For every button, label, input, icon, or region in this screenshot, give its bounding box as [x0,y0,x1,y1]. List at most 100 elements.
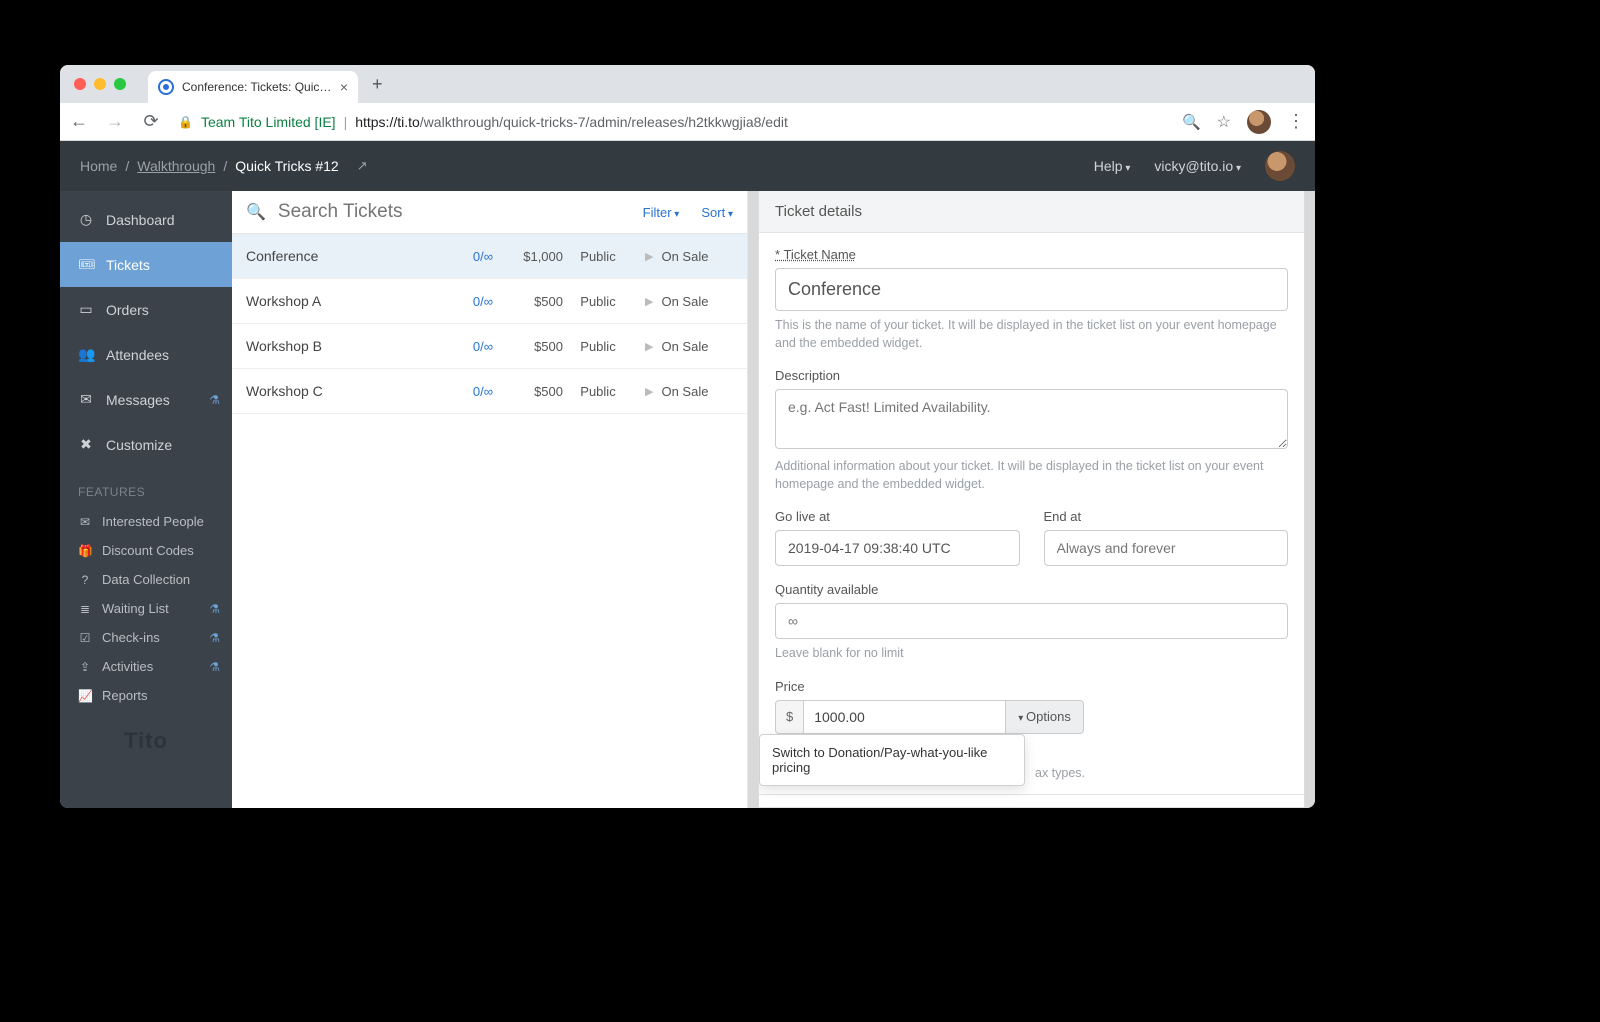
quantity-hint: Leave blank for no limit [775,645,1288,663]
tax-hint: ax types. [1035,766,1288,780]
envelope-icon: ✉ [78,515,92,529]
close-window-icon[interactable] [74,78,86,90]
save-button[interactable]: Save [775,807,847,809]
dashboard-icon: ◷ [78,211,94,228]
filter-button[interactable]: Filter [643,205,680,220]
ticket-name-label: Ticket Name [775,247,1288,262]
feature-data-collection[interactable]: ? Data Collection [60,565,232,594]
ticket-row[interactable]: Workshop B 0/∞ $500 Public ▶On Sale [232,324,747,369]
reload-button[interactable]: ⟳ [142,111,160,132]
end-at-label: End at [1044,509,1289,524]
help-menu[interactable]: Help [1094,158,1131,174]
quantity-input[interactable] [775,603,1288,639]
beta-icon: ⚗ [209,393,220,407]
description-label: Description [775,368,1288,383]
maximize-window-icon[interactable] [114,78,126,90]
panel-header: Ticket details [759,191,1304,233]
tab-bar: Conference: Tickets: Quick Tri × + [60,65,1315,103]
customize-icon: ✖ [78,436,94,453]
forward-button[interactable]: → [106,111,124,132]
url-field[interactable]: 🔒 Team Tito Limited [IE] | https://ti.to… [178,114,1164,130]
breadcrumb-account[interactable]: Walkthrough [137,158,215,174]
feature-activities[interactable]: ⇪ Activities ⚗ [60,652,232,681]
play-icon: ▶ [645,385,653,398]
sidebar-item-dashboard[interactable]: ◷ Dashboard [60,197,232,242]
feature-reports[interactable]: 📈 Reports [60,681,232,710]
features-heading: FEATURES [60,467,232,507]
tickets-icon: 🎟 [78,256,94,273]
go-live-input[interactable] [775,530,1020,566]
sidebar-item-messages[interactable]: ✉ Messages ⚗ [60,377,232,422]
search-icon[interactable]: 🔍 [1182,113,1201,131]
bookmark-icon[interactable]: ☆ [1217,112,1231,132]
address-bar: ← → ⟳ 🔒 Team Tito Limited [IE] | https:/… [60,103,1315,141]
feature-waiting-list[interactable]: ≣ Waiting List ⚗ [60,594,232,623]
gift-icon: 🎁 [78,544,92,558]
browser-tab[interactable]: Conference: Tickets: Quick Tri × [148,71,358,103]
sidebar-item-orders[interactable]: ▭ Orders [60,287,232,332]
ticket-detail-panel: Ticket details Ticket Name This is the n… [758,191,1305,808]
play-icon: ▶ [645,340,653,353]
beta-icon: ⚗ [209,631,220,645]
check-icon: ☑ [78,631,92,645]
feature-check-ins[interactable]: ☑ Check-ins ⚗ [60,623,232,652]
price-options-popover: Switch to Donation/Pay-what-you-like pri… [759,734,1025,786]
feature-discount-codes[interactable]: 🎁 Discount Codes [60,536,232,565]
end-at-input[interactable] [1044,530,1289,566]
lock-icon: 🔒 [178,115,193,129]
sidebar-item-label: Tickets [106,257,150,273]
ticket-name-input[interactable] [775,268,1288,311]
sidebar: ◷ Dashboard 🎟 Tickets ▭ Orders 👥 Attende… [60,191,232,808]
ticket-name-hint: This is the name of your ticket. It will… [775,317,1288,352]
beta-icon: ⚗ [209,602,220,616]
sidebar-item-attendees[interactable]: 👥 Attendees [60,332,232,377]
tab-title: Conference: Tickets: Quick Tri [182,80,332,94]
messages-icon: ✉ [78,391,94,408]
back-button[interactable]: ← [70,111,88,132]
sort-button[interactable]: Sort [701,205,733,220]
list-icon: ≣ [78,602,92,616]
new-tab-button[interactable]: + [372,74,383,95]
feature-interested-people[interactable]: ✉ Interested People [60,507,232,536]
url-text: https://ti.to/walkthrough/quick-tricks-7… [355,114,788,130]
cancel-button[interactable]: Cancel [859,807,937,809]
favicon-icon [158,79,174,95]
go-live-label: Go live at [775,509,1020,524]
search-icon: 🔍 [246,202,266,222]
price-input[interactable] [803,700,1006,734]
ticket-row[interactable]: Conference 0/∞ $1,000 Public ▶On Sale [232,234,747,279]
breadcrumb: Home / Walkthrough / Quick Tricks #12 ↗ [80,158,368,174]
search-input[interactable] [278,201,621,223]
price-options-button[interactable]: Options [1006,700,1084,734]
play-icon: ▶ [645,295,653,308]
ticket-list-panel: 🔍 Filter Sort Conference 0/∞ $1,000 Publ… [232,191,748,808]
cert-owner: Team Tito Limited [IE] [201,114,336,130]
question-icon: ? [78,573,92,587]
sidebar-item-tickets[interactable]: 🎟 Tickets [60,242,232,287]
sidebar-item-label: Customize [106,437,172,453]
breadcrumb-home[interactable]: Home [80,158,117,174]
donation-pricing-option[interactable]: Switch to Donation/Pay-what-you-like pri… [759,734,1025,786]
description-input[interactable] [775,389,1288,449]
minimize-window-icon[interactable] [94,78,106,90]
currency-symbol: $ [775,700,803,734]
close-tab-icon[interactable]: × [340,79,348,95]
sidebar-item-label: Dashboard [106,212,175,228]
sidebar-item-label: Attendees [106,347,169,363]
user-menu[interactable]: vicky@tito.io [1154,158,1241,174]
ticket-row[interactable]: Workshop A 0/∞ $500 Public ▶On Sale [232,279,747,324]
description-hint: Additional information about your ticket… [775,458,1288,493]
external-link-icon[interactable]: ↗ [357,158,368,174]
sidebar-item-label: Orders [106,302,149,318]
sidebar-item-customize[interactable]: ✖ Customize [60,422,232,467]
attendees-icon: 👥 [78,346,94,363]
user-avatar-icon[interactable] [1265,151,1295,181]
sidebar-item-label: Messages [106,392,170,408]
breadcrumb-event: Quick Tricks #12 [235,158,338,174]
window-controls [60,78,140,90]
browser-menu-icon[interactable]: ⋮ [1287,111,1305,132]
profile-avatar-icon[interactable] [1247,110,1271,134]
reports-icon: 📈 [78,689,92,703]
orders-icon: ▭ [78,301,94,318]
ticket-row[interactable]: Workshop C 0/∞ $500 Public ▶On Sale [232,369,747,414]
